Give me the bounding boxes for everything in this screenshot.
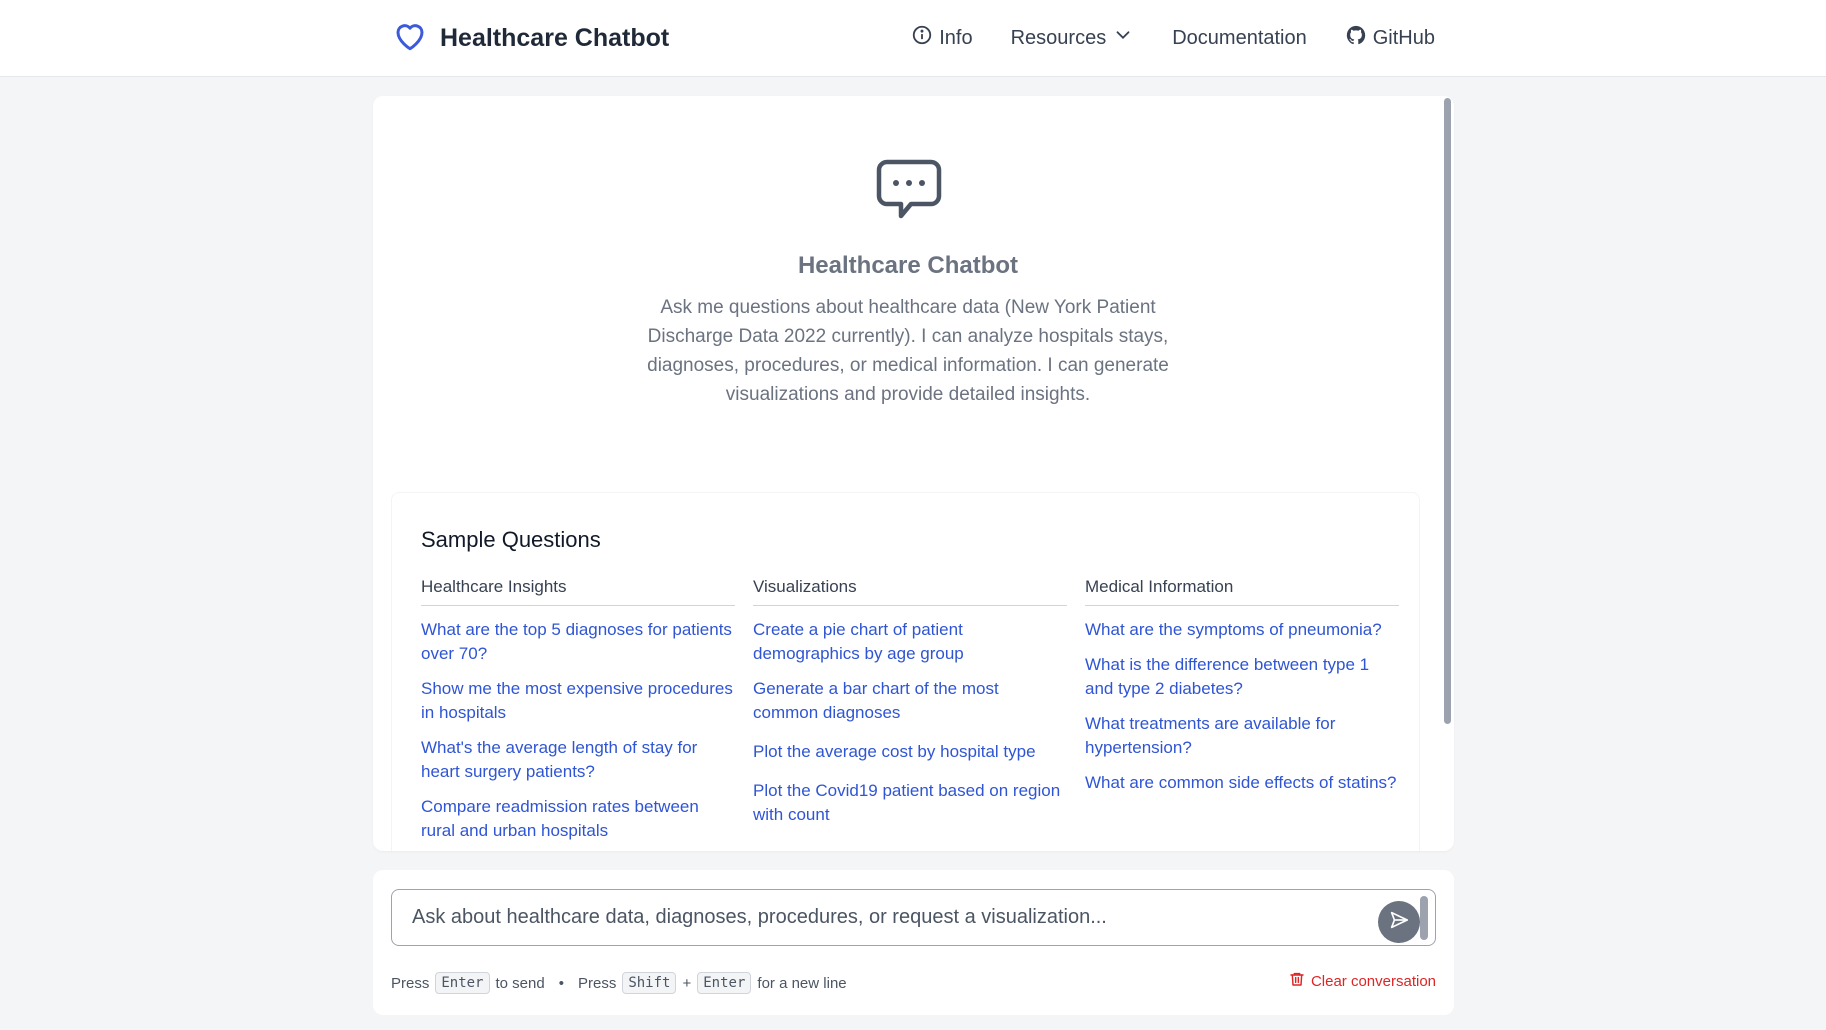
- chat-scrollbar-thumb[interactable]: [1444, 98, 1451, 724]
- nav-resources-label: Resources: [1010, 26, 1107, 49]
- nav-menu: Info Resources Documentation GitHub: [911, 20, 1435, 56]
- column-medical-information: Medical Information What are the symptom…: [1085, 577, 1399, 806]
- welcome-description: Ask me questions about healthcare data (…: [647, 297, 1169, 405]
- send-icon: [1388, 909, 1410, 936]
- info-icon: [911, 24, 933, 52]
- column-visualizations: Visualizations Create a pie chart of pat…: [753, 577, 1067, 838]
- sample-questions-panel: Sample Questions Healthcare Insights Wha…: [391, 492, 1420, 851]
- heart-icon: [392, 18, 428, 59]
- sample-question-link[interactable]: What are the top 5 diagnoses for patient…: [421, 618, 735, 666]
- hint-text: Press: [391, 974, 430, 992]
- hint-plus: +: [682, 974, 692, 992]
- nav-documentation-label: Documentation: [1172, 26, 1307, 49]
- chat-panel: Healthcare Chatbot Ask me questions abou…: [373, 96, 1454, 851]
- input-scrollbar[interactable]: [1420, 896, 1428, 940]
- hint-text: to send: [495, 974, 545, 992]
- sample-question-link[interactable]: What is the difference between type 1 an…: [1085, 653, 1399, 701]
- kbd-shift: Shift: [622, 972, 677, 994]
- kbd-enter: Enter: [435, 972, 490, 994]
- message-input-box: [391, 889, 1436, 946]
- clear-conversation-label: Clear conversation: [1310, 972, 1436, 990]
- sample-question-link[interactable]: What are the symptoms of pneumonia?: [1085, 618, 1399, 642]
- column-healthcare-insights: Healthcare Insights What are the top 5 d…: [421, 577, 735, 851]
- chat-bubble-icon: [873, 156, 945, 228]
- kbd-enter: Enter: [697, 972, 752, 994]
- sample-question-link[interactable]: What are common side effects of statins?: [1085, 771, 1399, 795]
- brand[interactable]: Healthcare Chatbot: [392, 18, 669, 58]
- nav-item-resources[interactable]: Resources: [1011, 24, 1135, 52]
- clear-conversation-button[interactable]: Clear conversation: [1289, 971, 1436, 991]
- sample-question-link[interactable]: Generate a bar chart of the most common …: [753, 677, 1067, 725]
- sample-question-link[interactable]: What's the average length of stay for he…: [421, 736, 735, 784]
- app-title: Healthcare Chatbot: [440, 23, 670, 52]
- sample-question-link[interactable]: What treatments are available for hypert…: [1085, 712, 1399, 760]
- sample-question-link[interactable]: Show me the most expensive procedures in…: [421, 677, 735, 725]
- chevron-down-icon: [1112, 24, 1134, 52]
- chat-scrollbar[interactable]: [1442, 96, 1452, 851]
- nav-item-github[interactable]: GitHub: [1345, 24, 1435, 52]
- top-navbar: Healthcare Chatbot Info Resources Docume…: [0, 0, 1826, 77]
- keyboard-hint: Press Enter to send • Press Shift + Ente…: [391, 970, 847, 996]
- sample-questions-heading: Sample Questions: [421, 527, 601, 552]
- column-title: Healthcare Insights: [421, 577, 735, 606]
- message-input[interactable]: [392, 890, 1392, 945]
- nav-github-label: GitHub: [1372, 26, 1435, 49]
- sample-question-link[interactable]: Create a pie chart of patient demographi…: [753, 618, 1067, 666]
- composer-panel: Press Enter to send • Press Shift + Ente…: [373, 870, 1454, 1015]
- hint-separator: •: [558, 974, 564, 992]
- sample-question-link[interactable]: Compare readmission rates between rural …: [421, 795, 735, 843]
- column-title: Medical Information: [1085, 577, 1399, 606]
- column-title: Visualizations: [753, 577, 1067, 606]
- nav-item-documentation[interactable]: Documentation: [1172, 27, 1307, 50]
- trash-icon: [1289, 971, 1305, 991]
- sample-question-link[interactable]: Plot the average cost by hospital type: [753, 740, 1067, 764]
- nav-item-info[interactable]: Info: [911, 24, 973, 52]
- send-button[interactable]: [1378, 901, 1420, 943]
- github-icon: [1345, 24, 1367, 52]
- welcome-title: Healthcare Chatbot: [797, 252, 1019, 279]
- nav-info-label: Info: [939, 26, 973, 49]
- hint-text: for a new line: [757, 974, 847, 992]
- sample-question-link[interactable]: Plot the Covid19 patient based on region…: [753, 779, 1067, 827]
- hint-text: Press: [577, 974, 617, 992]
